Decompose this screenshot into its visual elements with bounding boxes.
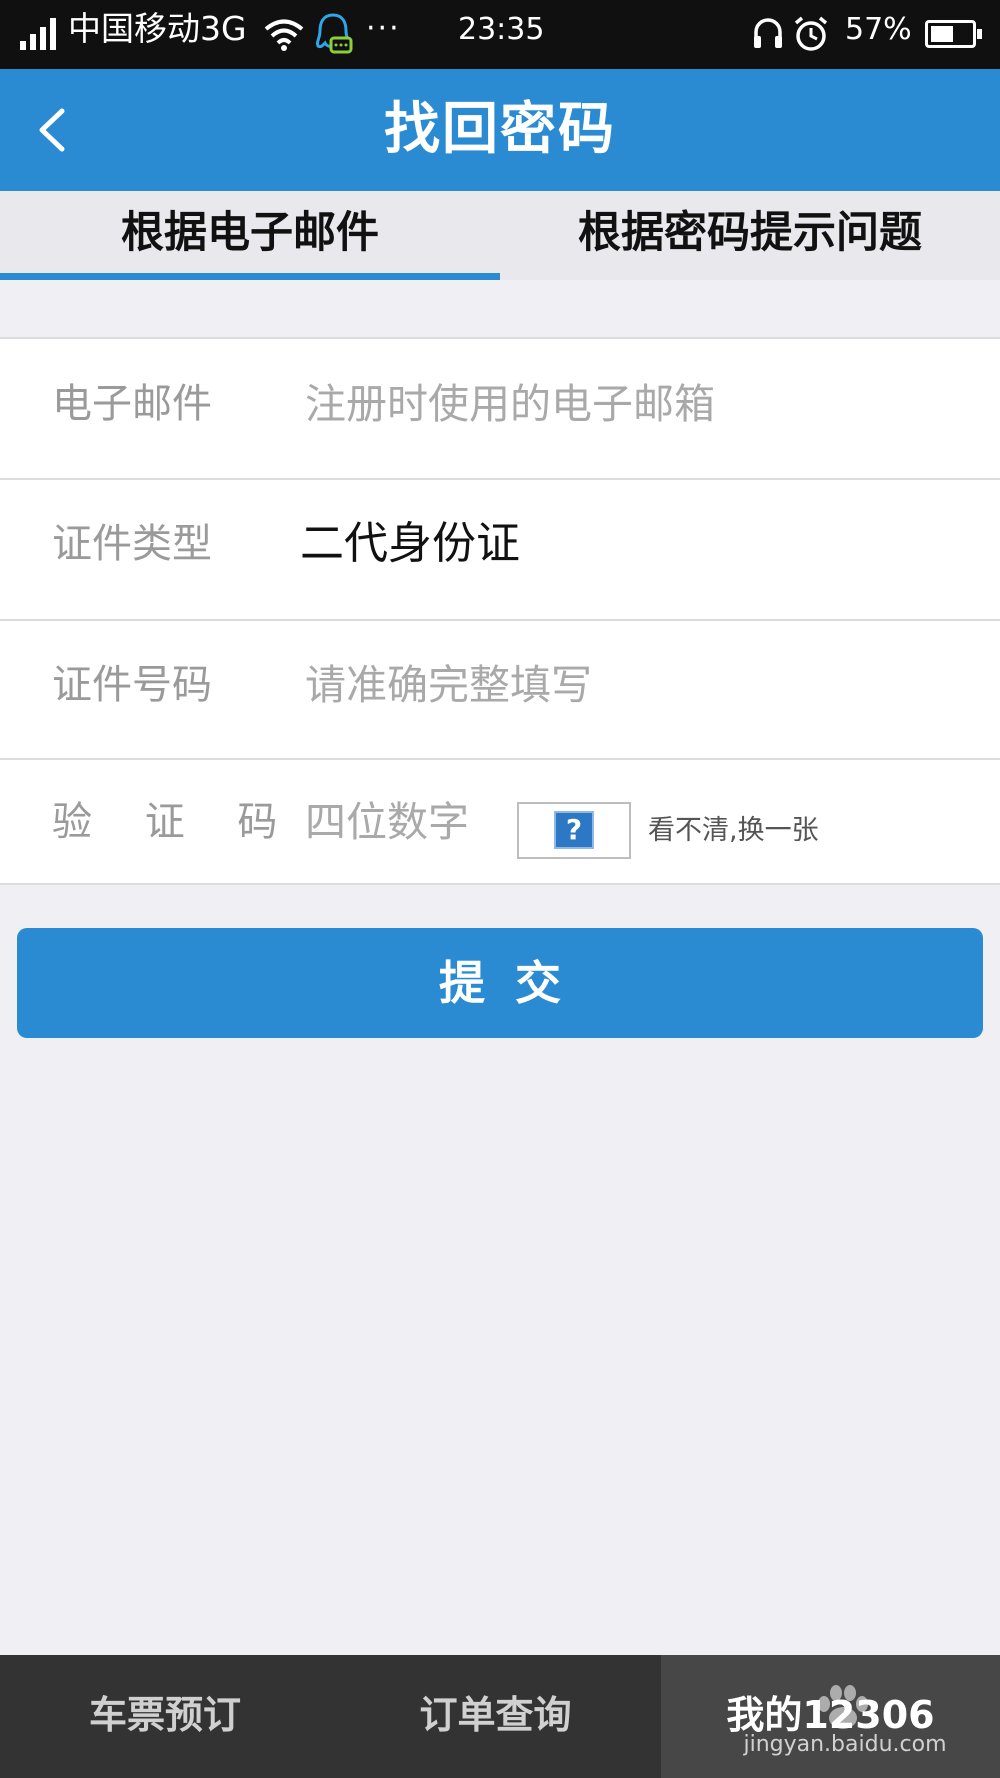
email-input[interactable]: 注册时使用的电子邮箱 xyxy=(305,374,715,434)
tab-bar: 根据电子邮件 根据密码提示问题 xyxy=(0,191,1000,280)
signal-icon xyxy=(20,18,58,50)
captcha-label: 验 证 码 xyxy=(52,799,298,845)
email-label: 电子邮件 xyxy=(52,381,212,427)
divider xyxy=(0,758,1000,760)
watermark-text: jingyan.baidu.com xyxy=(743,1732,947,1757)
captcha-placeholder-icon: ? xyxy=(554,811,594,849)
clock: 23:35 xyxy=(458,12,545,47)
id-number-input[interactable]: 请准确完整填写 xyxy=(305,655,592,715)
page-title: 找回密码 xyxy=(384,97,616,162)
id-type-select[interactable]: 二代身份证 xyxy=(300,514,520,574)
wifi-icon xyxy=(264,19,304,51)
refresh-captcha-link[interactable]: 看不清,换一张 xyxy=(648,811,819,851)
id-number-row: 证件号码 请准确完整填写 xyxy=(0,655,1000,715)
baidu-paw-icon xyxy=(818,1685,868,1729)
carrier-name: 中国移动3G xyxy=(68,9,247,48)
title-bar: 找回密码 xyxy=(0,69,1000,191)
baidu-jingyan-watermark: jingyan.baidu.com xyxy=(740,1682,950,1760)
recovery-form: 电子邮件 注册时使用的电子邮箱 证件类型 二代身份证 证件号码 请准确完整填写 … xyxy=(0,337,1000,885)
battery-percent: 57% xyxy=(845,12,912,47)
battery-icon xyxy=(925,20,982,48)
id-type-label: 证件类型 xyxy=(52,521,212,567)
nav-ticket-booking[interactable]: 车票预订 xyxy=(0,1655,330,1778)
submit-button[interactable]: 提交 xyxy=(17,928,983,1038)
qq-icon xyxy=(315,13,353,54)
id-type-row[interactable]: 证件类型 二代身份证 xyxy=(0,514,1000,574)
captcha-image[interactable]: ? xyxy=(517,802,631,859)
divider xyxy=(0,478,1000,480)
nav-order-query[interactable]: 订单查询 xyxy=(330,1655,661,1778)
more-notifications-icon: ··· xyxy=(366,11,401,46)
tab-by-email[interactable]: 根据电子邮件 xyxy=(0,191,500,280)
email-row: 电子邮件 注册时使用的电子邮箱 xyxy=(0,374,1000,434)
captcha-input[interactable]: 四位数字 xyxy=(305,792,469,852)
headset-icon xyxy=(754,18,782,48)
status-bar: 中国移动3G ··· 23:35 57% xyxy=(0,0,1000,69)
divider xyxy=(0,619,1000,621)
alarm-icon xyxy=(794,16,828,51)
tab-by-security-question[interactable]: 根据密码提示问题 xyxy=(500,191,1000,280)
id-number-label: 证件号码 xyxy=(52,662,212,708)
captcha-row: 验 证 码 四位数字 xyxy=(0,792,1000,852)
